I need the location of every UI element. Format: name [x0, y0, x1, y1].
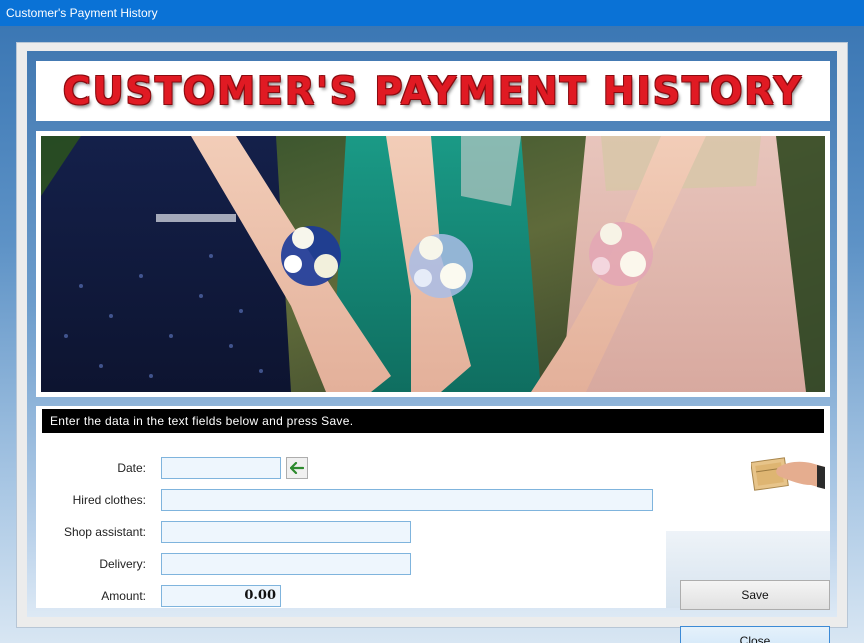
window-body: CUSTOMER'S PAYMENT HISTORY Enter the dat…: [0, 26, 864, 643]
hired-clothes-label: Hired clothes:: [72, 493, 146, 507]
date-field[interactable]: [161, 457, 281, 479]
form-area: Enter the data in the text fields below …: [36, 406, 830, 643]
banner-title: CUSTOMER'S PAYMENT HISTORY: [62, 69, 804, 113]
photo-frame: [36, 131, 830, 397]
cash-payment-icon: [751, 457, 825, 491]
outer-panel: CUSTOMER'S PAYMENT HISTORY Enter the dat…: [16, 42, 848, 643]
amount-field[interactable]: 0.00: [161, 585, 281, 607]
hired-clothes-field[interactable]: [161, 489, 653, 511]
delivery-field[interactable]: [161, 553, 411, 575]
close-button[interactable]: Close: [680, 626, 830, 643]
inner-panel: CUSTOMER'S PAYMENT HISTORY Enter the dat…: [27, 51, 837, 643]
amount-label: Amount:: [101, 589, 146, 603]
hired-clothes-row: Hired clothes:: [36, 489, 830, 511]
header-photo: [41, 136, 825, 392]
arrow-left-icon: [290, 462, 304, 474]
shop-assistant-field[interactable]: [161, 521, 411, 543]
window-title: Customer's Payment History: [0, 0, 864, 26]
header-banner: CUSTOMER'S PAYMENT HISTORY: [36, 61, 830, 121]
shop-assistant-label: Shop assistant:: [63, 525, 146, 539]
date-picker-button[interactable]: [286, 457, 308, 479]
date-label: Date:: [117, 461, 146, 475]
instruction-text: Enter the data in the text fields below …: [42, 409, 824, 433]
save-button[interactable]: Save: [680, 580, 830, 610]
date-row: Date:: [36, 457, 830, 479]
delivery-label: Delivery:: [99, 557, 146, 571]
